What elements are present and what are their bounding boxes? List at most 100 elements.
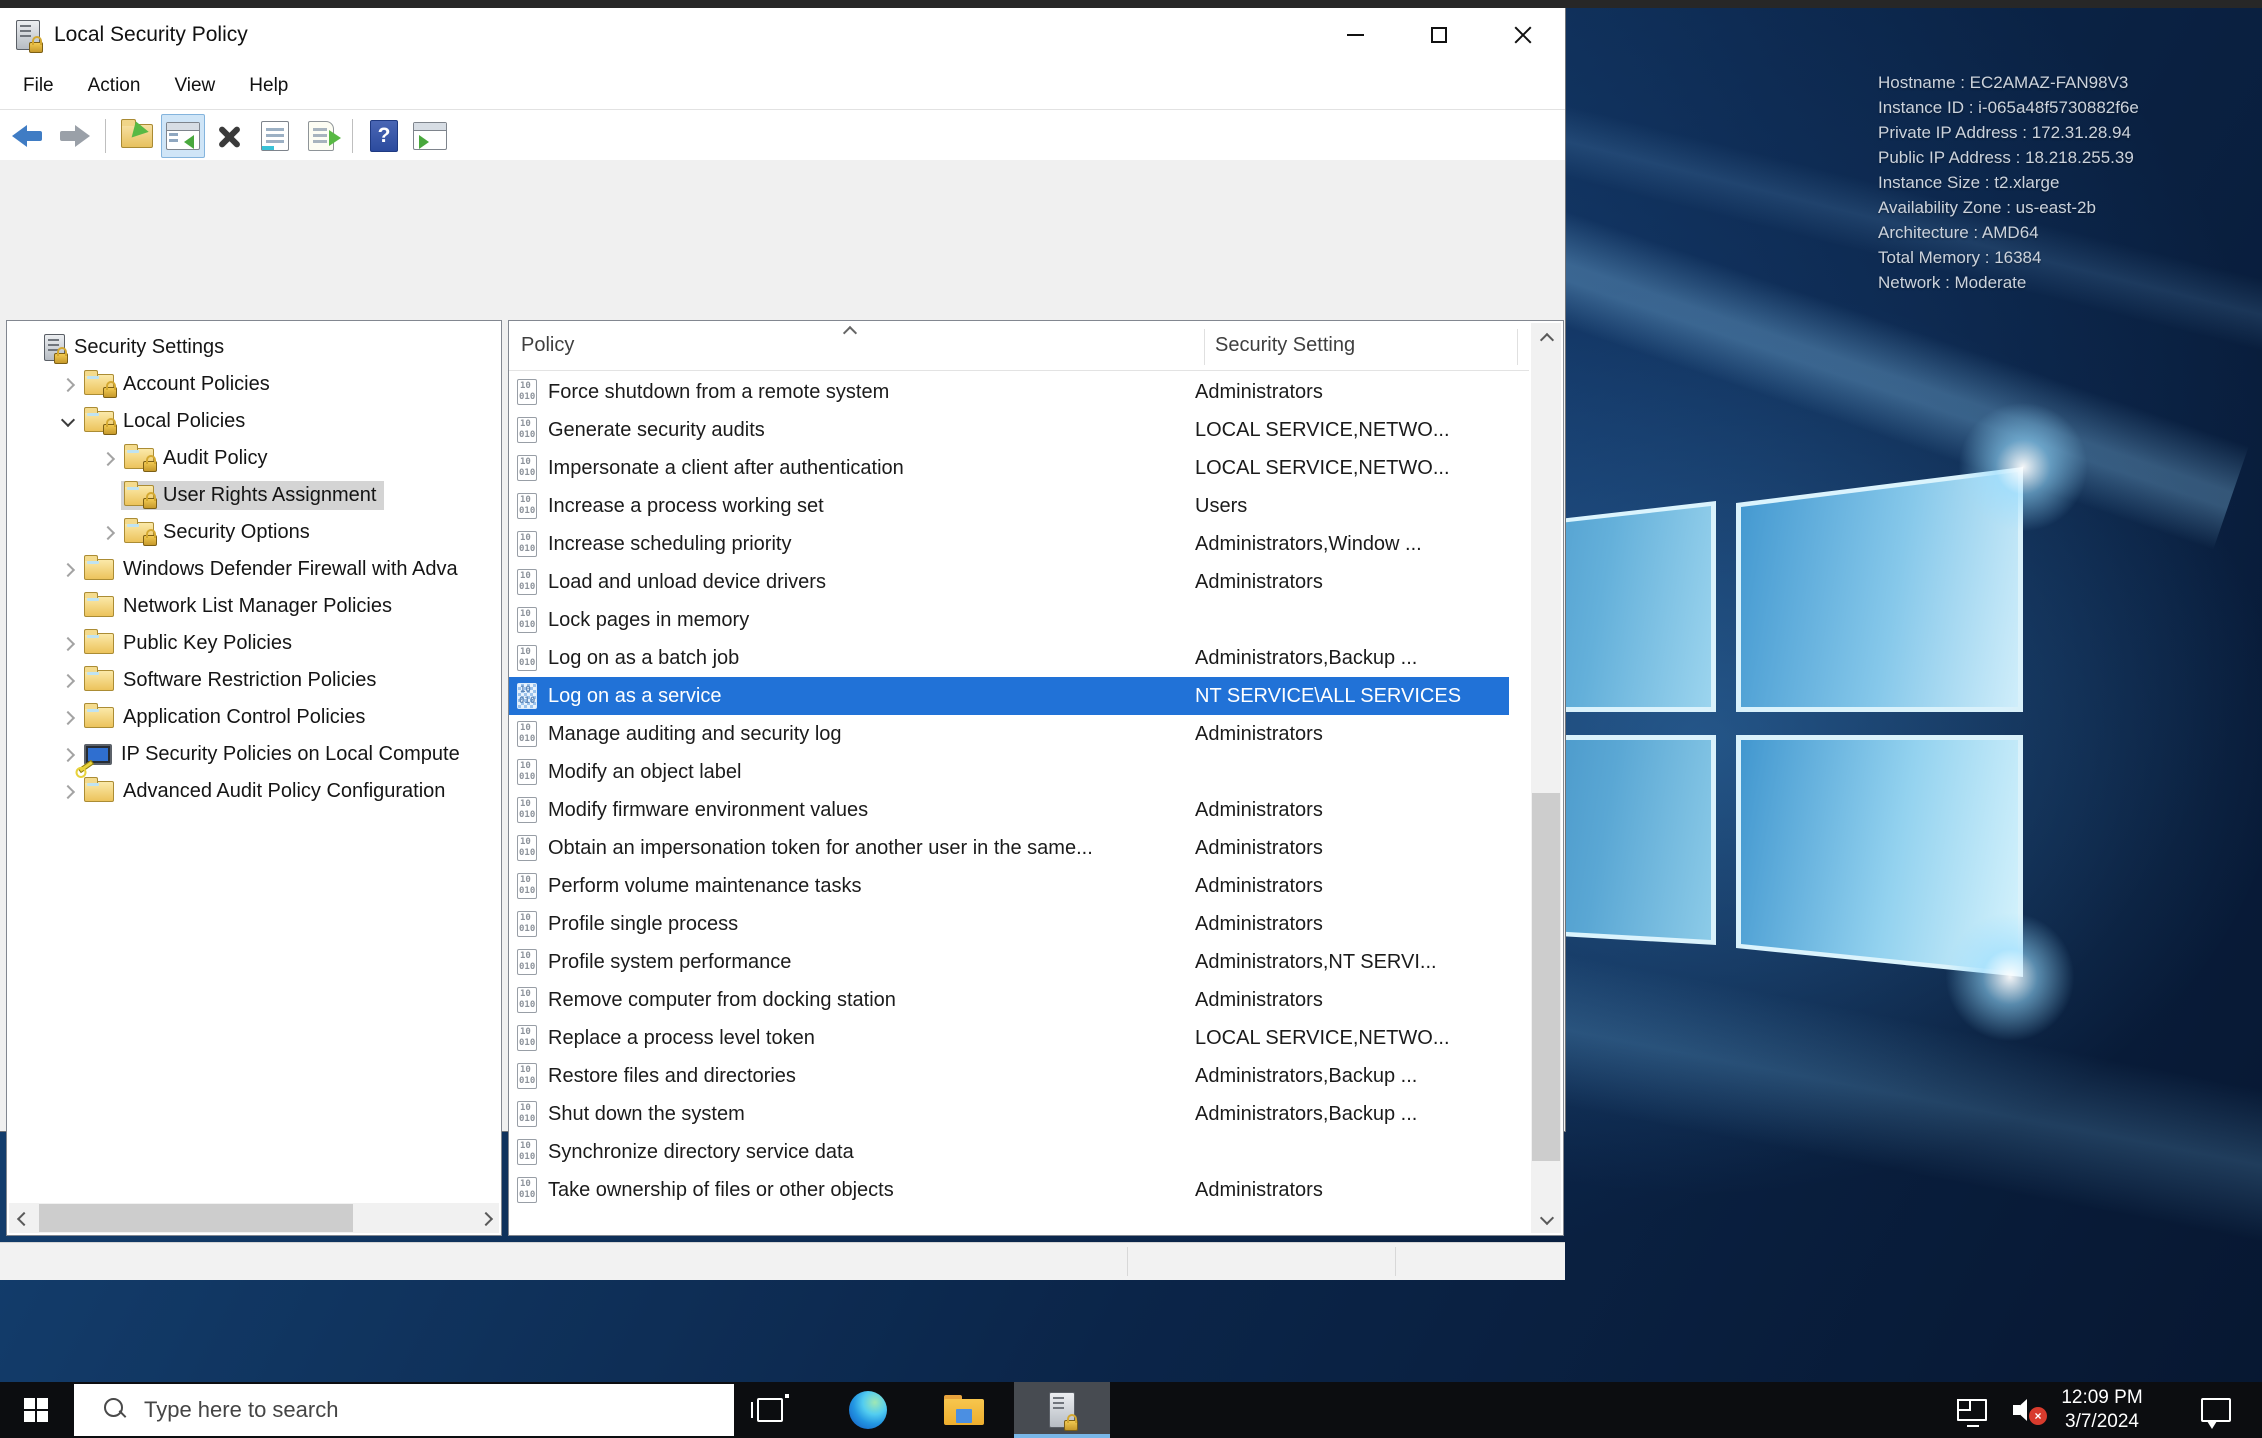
policy-row-take-ownership-of-files-or-other-objects[interactable]: Take ownership of files or other objects… <box>509 1171 1509 1209</box>
policy-row-replace-a-process-level-token[interactable]: Replace a process level token LOCAL SERVI… <box>509 1019 1509 1057</box>
menu-item-view[interactable]: View <box>157 69 232 103</box>
help-icon <box>370 119 398 152</box>
policy-row-profile-system-performance[interactable]: Profile system performance Administrators… <box>509 943 1509 981</box>
policy-document-icon <box>517 455 537 481</box>
column-header-security-setting[interactable]: Security Setting <box>1215 334 1355 357</box>
policy-row-log-on-as-a-service[interactable]: Log on as a service NT SERVICE\ALL SERVIC… <box>509 677 1509 715</box>
policy-row-modify-an-object-label[interactable]: Modify an object label <box>509 753 1509 791</box>
properties-button[interactable] <box>253 114 297 158</box>
taskbar-clock[interactable]: 12:09 PM 3/7/2024 <box>2040 1382 2164 1438</box>
scrollbar-thumb[interactable] <box>39 1204 353 1232</box>
policy-row-obtain-an-impersonation-token-for-another-user-i[interactable]: Obtain an impersonation token for anothe… <box>509 829 1509 867</box>
menu-item-action[interactable]: Action <box>71 69 158 103</box>
scroll-left-icon[interactable] <box>9 1204 37 1232</box>
tree-item-windows-defender-firewall-with-adva[interactable]: Windows Defender Firewall with Adva <box>7 551 501 588</box>
policy-row-force-shutdown-from-a-remote-system[interactable]: Force shutdown from a remote system Admin… <box>509 373 1509 411</box>
policy-row-perform-volume-maintenance-tasks[interactable]: Perform volume maintenance tasks Administ… <box>509 867 1509 905</box>
task-view-button[interactable] <box>740 1382 800 1438</box>
maximize-button[interactable] <box>1397 8 1481 62</box>
tree-item-application-control-policies[interactable]: Application Control Policies <box>7 699 501 736</box>
policy-name: Perform volume maintenance tasks <box>548 874 862 897</box>
chevron-right-icon[interactable] <box>55 779 81 805</box>
scroll-down-icon[interactable] <box>1532 1205 1560 1233</box>
help-button[interactable] <box>362 114 406 158</box>
folder-lock-icon <box>84 407 117 435</box>
policy-row-shut-down-the-system[interactable]: Shut down the system Administrators,Backu… <box>509 1095 1509 1133</box>
folder-lock-icon <box>124 518 157 546</box>
action-center-button[interactable] <box>2186 1382 2246 1438</box>
tree-item-ip-security-policies-on-local-compute[interactable]: IP Security Policies on Local Compute <box>7 736 501 774</box>
chevron-right-icon[interactable] <box>55 631 81 657</box>
taskbar-search[interactable] <box>74 1384 734 1436</box>
policy-row-profile-single-process[interactable]: Profile single process Administrators <box>509 905 1509 943</box>
forward-button[interactable] <box>52 114 96 158</box>
tree-item-local-policies[interactable]: Local Policies <box>7 403 501 440</box>
show-action-pane-icon <box>413 121 447 150</box>
tree-horizontal-scrollbar[interactable] <box>9 1203 499 1233</box>
policy-row-manage-auditing-and-security-log[interactable]: Manage auditing and security log Administ… <box>509 715 1509 753</box>
scroll-right-icon[interactable] <box>471 1204 499 1232</box>
policy-row-lock-pages-in-memory[interactable]: Lock pages in memory <box>509 601 1509 639</box>
toolbar <box>0 110 1565 162</box>
local-security-policy-task-button[interactable] <box>1014 1382 1110 1438</box>
policy-document-icon <box>517 797 537 823</box>
policy-name: Log on as a service <box>548 684 722 707</box>
title-bar[interactable]: Local Security Policy <box>0 8 1565 62</box>
chevron-down-icon[interactable] <box>55 409 81 435</box>
policy-row-increase-a-process-working-set[interactable]: Increase a process working set Users <box>509 487 1509 525</box>
list-vertical-scrollbar[interactable] <box>1531 323 1561 1233</box>
back-icon <box>12 124 44 147</box>
policy-row-generate-security-audits[interactable]: Generate security audits LOCAL SERVICE,NE… <box>509 411 1509 449</box>
chevron-right-icon[interactable] <box>55 668 81 694</box>
delete-button[interactable] <box>207 114 251 158</box>
file-explorer-button[interactable] <box>932 1382 996 1438</box>
start-button[interactable] <box>0 1382 72 1438</box>
tree-item-public-key-policies[interactable]: Public Key Policies <box>7 625 501 662</box>
export-button[interactable] <box>115 114 159 158</box>
tree-item-user-rights-assignment[interactable]: User Rights Assignment <box>7 477 501 514</box>
chevron-right-icon[interactable] <box>55 557 81 583</box>
chevron-right-icon[interactable] <box>55 742 81 768</box>
tree-item-security-settings[interactable]: Security Settings <box>7 329 501 366</box>
scroll-up-icon[interactable] <box>1532 323 1560 351</box>
security-root-icon <box>44 334 68 364</box>
show-console-tree-button[interactable] <box>161 113 205 158</box>
tree-item-account-policies[interactable]: Account Policies <box>7 366 501 403</box>
tree-item-advanced-audit-policy-configuration[interactable]: Advanced Audit Policy Configuration <box>7 773 501 810</box>
tree-item-software-restriction-policies[interactable]: Software Restriction Policies <box>7 662 501 699</box>
policy-row-modify-firmware-environment-values[interactable]: Modify firmware environment values Admini… <box>509 791 1509 829</box>
tree-item-audit-policy[interactable]: Audit Policy <box>7 440 501 477</box>
search-input[interactable] <box>144 1397 704 1423</box>
chevron-right-icon[interactable] <box>55 372 81 398</box>
sort-ascending-icon <box>845 325 857 335</box>
scrollbar-thumb[interactable] <box>1532 793 1560 1161</box>
chevron-right-icon[interactable] <box>95 446 121 472</box>
menu-item-file[interactable]: File <box>6 69 71 103</box>
policy-row-synchronize-directory-service-data[interactable]: Synchronize directory service data <box>509 1133 1509 1171</box>
policy-row-log-on-as-a-batch-job[interactable]: Log on as a batch job Administrators,Back… <box>509 639 1509 677</box>
security-setting-value: Administrators <box>1195 798 1323 821</box>
back-button[interactable] <box>6 114 50 158</box>
column-divider[interactable] <box>1204 329 1205 365</box>
tree-item-network-list-manager-policies[interactable]: Network List Manager Policies <box>7 588 501 625</box>
edge-button[interactable] <box>836 1382 900 1438</box>
policy-row-remove-computer-from-docking-station[interactable]: Remove computer from docking station Admi… <box>509 981 1509 1019</box>
policy-row-load-and-unload-device-drivers[interactable]: Load and unload device drivers Administra… <box>509 563 1509 601</box>
minimize-button[interactable] <box>1313 8 1397 62</box>
menu-item-help[interactable]: Help <box>232 69 305 103</box>
lock-icon <box>29 36 43 53</box>
policy-row-increase-scheduling-priority[interactable]: Increase scheduling priority Administrato… <box>509 525 1509 563</box>
clock-time: 12:09 PM <box>2061 1387 2143 1408</box>
column-header-policy[interactable]: Policy <box>521 334 574 357</box>
policy-row-restore-files-and-directories[interactable]: Restore files and directories Administrat… <box>509 1057 1509 1095</box>
network-tray-button[interactable] <box>1946 1382 1998 1438</box>
column-divider[interactable] <box>1517 329 1518 365</box>
chevron-right-icon[interactable] <box>95 520 121 546</box>
tree-item-security-options[interactable]: Security Options <box>7 514 501 551</box>
chevron-right-icon[interactable] <box>55 705 81 731</box>
policy-row-impersonate-a-client-after-authentication[interactable]: Impersonate a client after authenticatio… <box>509 449 1509 487</box>
policy-document-icon <box>517 949 537 975</box>
export-list-button[interactable] <box>299 114 343 158</box>
close-button[interactable] <box>1481 8 1565 62</box>
show-action-pane-button[interactable] <box>408 114 452 158</box>
